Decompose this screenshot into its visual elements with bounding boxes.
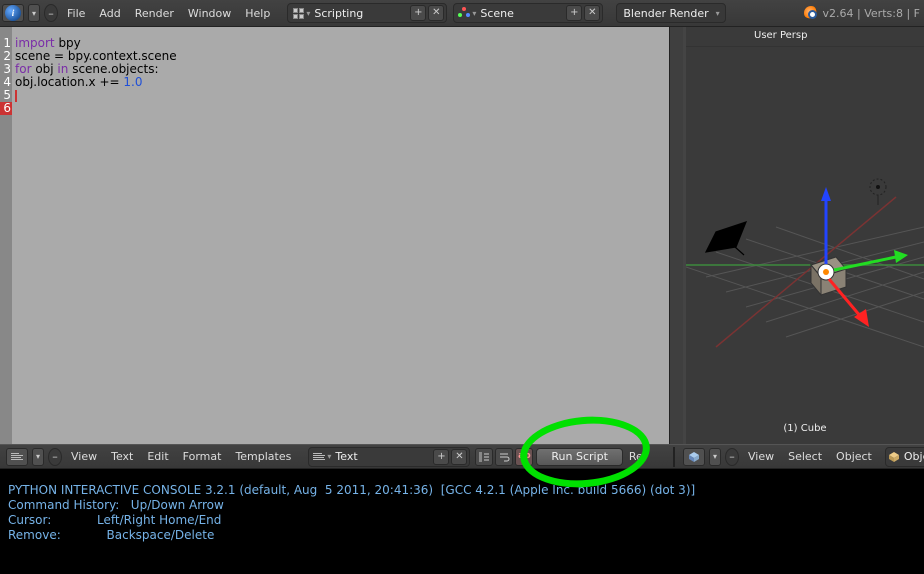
menu-edit[interactable]: Edit <box>147 450 168 463</box>
menu-help[interactable]: Help <box>245 7 270 20</box>
viewport-scene: z y <box>686 47 924 387</box>
menu-view[interactable]: View <box>748 450 774 463</box>
collapse-menu-icon[interactable]: – <box>44 4 58 22</box>
scene-delete-button[interactable]: ✕ <box>584 5 600 21</box>
menu-render[interactable]: Render <box>135 7 174 20</box>
main-area: 1 2 3 4 5 6 import bpy scene = bpy.conte… <box>0 27 924 444</box>
text-editor-header: ▾ – View Text Edit Format Templates ▾ Te… <box>0 447 673 467</box>
blender-logo-icon <box>804 6 818 20</box>
mode-dropdown[interactable]: Obje <box>885 447 924 467</box>
collapse-menu-icon[interactable]: – <box>48 448 62 466</box>
menu-file[interactable]: File <box>67 7 85 20</box>
render-engine-dropdown[interactable]: Blender Render ▾ <box>616 3 725 23</box>
viewport-3d: + User Persp <box>686 27 924 444</box>
layout-add-button[interactable]: + <box>410 5 426 21</box>
text-datablock-field[interactable]: ▾ Text + ✕ <box>308 447 470 467</box>
scene-field[interactable]: ▾ Scene + ✕ <box>453 3 603 23</box>
collapse-menu-icon[interactable]: – <box>725 448 739 466</box>
syntax-highlight-toggle[interactable]: ab <box>515 448 533 466</box>
editor-headers-row: ▾ – View Text Edit Format Templates ▾ Te… <box>0 444 924 469</box>
version-info: v2.64 | Verts:8 | F <box>804 6 921 20</box>
info-icon: i <box>5 5 21 21</box>
layout-name[interactable]: Scripting <box>310 7 408 20</box>
text-browse-icon[interactable] <box>311 449 327 465</box>
chevron-down-icon: ▾ <box>716 9 720 18</box>
text-datablock-name[interactable]: Text <box>331 450 431 463</box>
text-add-button[interactable]: + <box>433 449 449 465</box>
menu-format[interactable]: Format <box>183 450 222 463</box>
screen-layout-field[interactable]: ▾ Scripting + ✕ <box>287 3 447 23</box>
view3d-editor-type-icon[interactable] <box>683 448 705 466</box>
text-unlink-button[interactable]: ✕ <box>451 449 467 465</box>
menu-object[interactable]: Object <box>836 450 872 463</box>
menu-add[interactable]: Add <box>99 7 120 20</box>
info-editor-type-icon[interactable]: i <box>2 4 24 22</box>
mode-label: Obje <box>900 450 924 463</box>
python-console[interactable]: PYTHON INTERACTIVE CONSOLE 3.2.1 (defaul… <box>0 469 924 574</box>
menu-text[interactable]: Text <box>111 450 133 463</box>
code-text-area[interactable]: import bpy scene = bpy.context.scene for… <box>12 27 669 444</box>
editor-type-dropdown-icon[interactable]: ▾ <box>28 4 40 22</box>
text-editor-area: 1 2 3 4 5 6 import bpy scene = bpy.conte… <box>0 27 686 444</box>
editor-type-dropdown-icon[interactable]: ▾ <box>32 448 44 466</box>
scene-name[interactable]: Scene <box>476 7 564 20</box>
viewport-canvas[interactable]: z y <box>686 47 924 420</box>
scene-add-button[interactable]: + <box>566 5 582 21</box>
view3d-header: ▾ – View Select Object Obje <box>673 447 924 467</box>
line-number-gutter: 1 2 3 4 5 6 <box>0 27 12 444</box>
menu-window[interactable]: Window <box>188 7 231 20</box>
word-wrap-toggle[interactable] <box>495 448 513 466</box>
run-script-button[interactable]: Run Script <box>536 448 623 466</box>
menu-select[interactable]: Select <box>788 450 822 463</box>
menu-view[interactable]: View <box>71 450 97 463</box>
menu-templates[interactable]: Templates <box>235 450 291 463</box>
text-editor-scrollbar[interactable] <box>669 27 683 444</box>
render-engine-label: Blender Render <box>619 7 712 20</box>
lamp-object[interactable] <box>870 179 886 205</box>
viewport-object-label: (1) Cube <box>686 420 924 444</box>
layout-delete-button[interactable]: ✕ <box>428 5 444 21</box>
camera-object[interactable] <box>706 222 746 255</box>
viewport-perspective-label: User Persp <box>754 30 807 41</box>
text-editor-type-icon[interactable] <box>6 448 28 466</box>
line-numbers-toggle[interactable] <box>475 448 493 466</box>
info-header: i ▾ – File Add Render Window Help ▾ Scri… <box>0 0 924 27</box>
layout-browse-icon[interactable] <box>290 5 306 21</box>
text-cursor <box>15 90 17 102</box>
scene-browse-icon[interactable] <box>456 5 472 21</box>
register-label[interactable]: Re <box>629 450 643 463</box>
editor-type-dropdown-icon[interactable]: ▾ <box>709 448 721 466</box>
